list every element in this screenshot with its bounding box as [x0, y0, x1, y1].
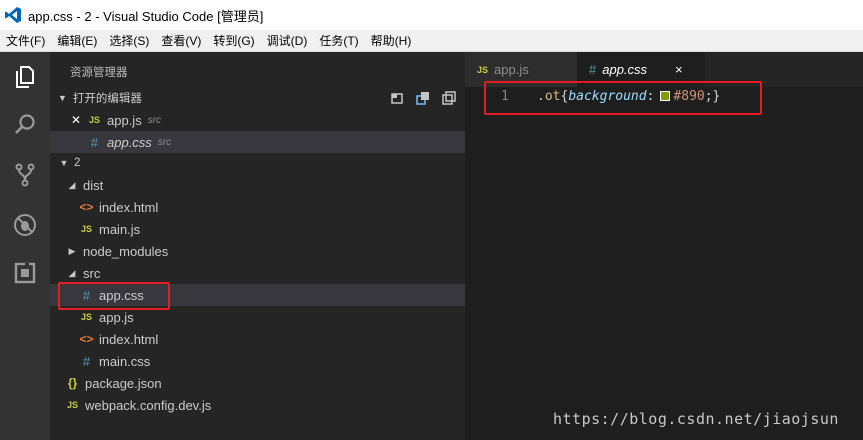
title-bar: app.css - 2 - Visual Studio Code [管理员]: [0, 0, 863, 30]
window-title: app.css - 2 - Visual Studio Code [管理员]: [28, 8, 264, 24]
watermark: https://blog.csdn.net/jiaojsun: [553, 410, 839, 428]
menu-selection[interactable]: 选择(S): [103, 30, 155, 52]
open-editors-actions: [389, 90, 457, 106]
activity-bar: [0, 52, 50, 440]
html-file-icon: <>: [79, 200, 94, 214]
tree-file-index-html[interactable]: <> index.html: [50, 328, 465, 350]
html-file-icon: <>: [79, 332, 94, 346]
code-editor[interactable]: 1 .ot{background: #890;}: [465, 87, 863, 440]
css-file-icon: #: [589, 62, 597, 77]
chevron-down-icon: ▼: [59, 158, 69, 168]
tab-label: app.css: [602, 62, 648, 77]
js-file-icon: JS: [66, 400, 78, 410]
chevron-right-icon: ▶: [68, 245, 76, 256]
js-file-icon: JS: [80, 224, 92, 234]
folder-root-label: 2: [74, 157, 81, 169]
tree-item-label: src: [83, 265, 101, 281]
menu-view[interactable]: 查看(V): [155, 30, 207, 52]
extensions-activity[interactable]: [0, 250, 50, 296]
js-file-icon: JS: [80, 312, 92, 322]
tree-item-label: main.js: [99, 221, 141, 237]
open-editor-desc: src: [147, 114, 162, 126]
menu-edit[interactable]: 编辑(E): [51, 30, 103, 52]
tree-file-main-css[interactable]: # main.css: [50, 350, 465, 372]
extensions-icon: [14, 262, 36, 284]
vscode-logo-icon: [5, 7, 21, 23]
debug-icon: [14, 214, 36, 236]
tree-file-webpack-config[interactable]: JS webpack.config.dev.js: [50, 394, 465, 416]
search-activity[interactable]: [0, 102, 50, 148]
explorer-sidebar: 资源管理器 ▼ 打开的编辑器 ✕ JS app.js src # app.css…: [50, 52, 465, 440]
open-editors-label: 打开的编辑器: [72, 93, 142, 105]
tree-item-label: app.js: [99, 309, 134, 325]
menu-bar: 文件(F) 编辑(E) 选择(S) 查看(V) 转到(G) 调试(D) 任务(T…: [0, 30, 863, 52]
files-icon: [16, 66, 34, 88]
menu-help[interactable]: 帮助(H): [365, 30, 418, 52]
tree-item-label: package.json: [85, 375, 162, 391]
tree-item-label: index.html: [99, 199, 159, 215]
debug-activity[interactable]: [0, 202, 50, 248]
tree-item-label: main.css: [99, 353, 151, 369]
close-all-icon[interactable]: [441, 90, 457, 106]
save-all-icon[interactable]: [415, 90, 431, 106]
open-editor-app-js[interactable]: ✕ JS app.js src: [50, 109, 465, 131]
search-icon: [15, 114, 35, 134]
tree-folder-src[interactable]: ◢ src: [50, 262, 465, 284]
explorer-activity[interactable]: [0, 54, 50, 100]
tree-folder-node-modules[interactable]: ▶ node_modules: [50, 240, 465, 262]
tree-file-package-json[interactable]: {} package.json: [50, 372, 465, 394]
open-editor-name: app.css: [107, 134, 152, 150]
source-control-activity[interactable]: [0, 152, 50, 198]
js-file-icon: JS: [88, 115, 100, 125]
tree-item-label: index.html: [99, 331, 159, 347]
highlight-box: [58, 282, 170, 310]
open-editors-header[interactable]: ▼ 打开的编辑器: [50, 87, 465, 109]
css-file-icon: #: [90, 134, 99, 150]
close-icon[interactable]: ×: [675, 62, 683, 77]
tree-file-index-html[interactable]: <> index.html: [50, 196, 465, 218]
menu-debug[interactable]: 调试(D): [261, 30, 314, 52]
close-icon[interactable]: ✕: [68, 113, 84, 127]
tree-item-label: webpack.config.dev.js: [85, 397, 212, 413]
tree-item-label: node_modules: [83, 243, 169, 259]
open-editor-desc: src: [157, 136, 172, 148]
sidebar-title: 资源管理器: [70, 67, 128, 79]
chevron-down-icon: ◢: [68, 267, 76, 278]
open-editor-name: app.js: [107, 112, 142, 128]
new-file-icon[interactable]: [389, 90, 405, 106]
tab-label: app.js: [494, 62, 529, 77]
json-file-icon: {}: [67, 376, 78, 390]
source-control-icon: [15, 163, 35, 187]
menu-goto[interactable]: 转到(G): [207, 30, 260, 52]
tree-file-main-js[interactable]: JS main.js: [50, 218, 465, 240]
menu-file[interactable]: 文件(F): [0, 30, 51, 52]
code-highlight-box: [484, 81, 762, 115]
tree-item-label: dist: [83, 177, 104, 193]
chevron-down-icon: ◢: [68, 179, 76, 190]
css-file-icon: #: [82, 353, 91, 369]
folder-root[interactable]: ▼ 2: [50, 152, 465, 174]
menu-tasks[interactable]: 任务(T): [313, 30, 364, 52]
tree-folder-dist[interactable]: ◢ dist: [50, 174, 465, 196]
open-editor-app-css[interactable]: # app.css src: [50, 131, 465, 153]
js-file-icon: JS: [477, 64, 489, 75]
chevron-down-icon: ▼: [58, 93, 67, 103]
